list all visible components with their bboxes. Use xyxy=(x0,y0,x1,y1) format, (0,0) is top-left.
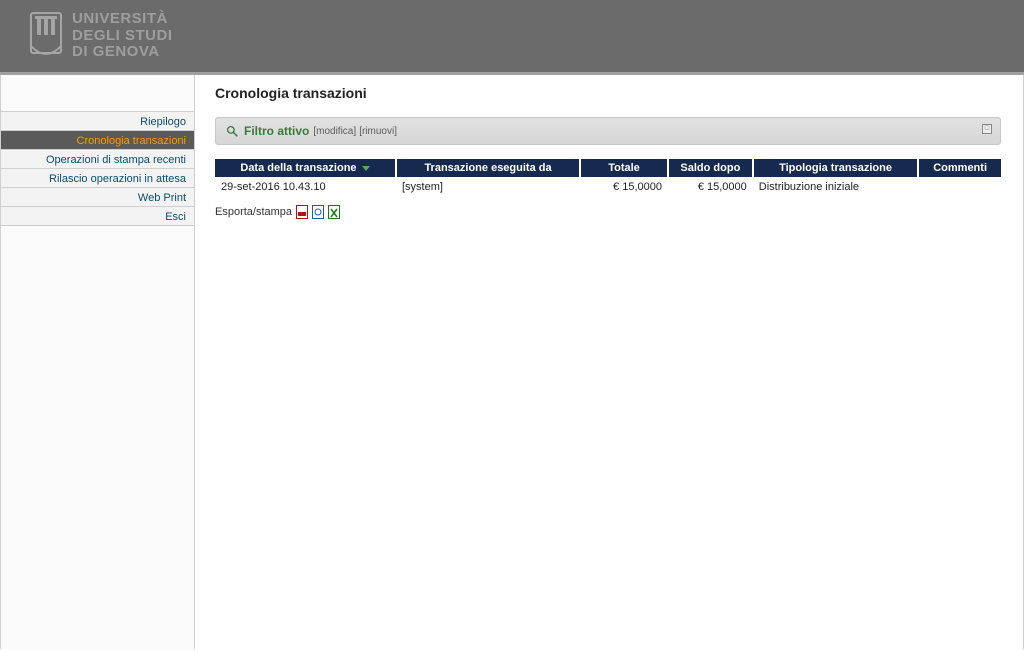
html-icon[interactable] xyxy=(312,205,324,219)
filter-modify-link[interactable]: [modifica] xyxy=(313,126,356,137)
sidebar-item-operazioni-stampa[interactable]: Operazioni di stampa recenti xyxy=(1,149,194,169)
excel-icon[interactable] xyxy=(328,205,340,219)
search-icon xyxy=(226,125,239,138)
brand-line3: DI GENOVA xyxy=(72,44,173,61)
active-filter-panel: Filtro attivo [modifica] [rimuovi] □ xyxy=(215,117,1001,145)
filter-active-label: Filtro attivo xyxy=(244,124,309,138)
brand-line2: DEGLI STUDI xyxy=(72,28,173,45)
sort-desc-icon xyxy=(362,166,370,171)
sidebar-item-esci[interactable]: Esci xyxy=(1,206,194,226)
sidebar-item-rilascio-operazioni[interactable]: Rilascio operazioni in attesa xyxy=(1,168,194,188)
sidebar-item-cronologia-transazioni[interactable]: Cronologia transazioni xyxy=(1,130,194,150)
th-date-label: Data della transazione xyxy=(240,162,356,174)
brand-line1: UNIVERSITÀ xyxy=(72,11,173,28)
th-date[interactable]: Data della transazione xyxy=(215,159,396,177)
cell-by: [system] xyxy=(396,177,580,197)
app-header: UNIVERSITÀ DEGLI STUDI DI GENOVA xyxy=(0,0,1024,75)
th-total[interactable]: Totale xyxy=(580,159,668,177)
page-title: Cronologia transazioni xyxy=(215,85,1001,101)
cell-total: € 15,0000 xyxy=(580,177,668,197)
cell-balance: € 15,0000 xyxy=(668,177,753,197)
main-content: Cronologia transazioni Filtro attivo [mo… xyxy=(195,75,1024,649)
sidebar-item-web-print[interactable]: Web Print xyxy=(1,187,194,207)
export-label: Esporta/stampa xyxy=(215,206,292,218)
transactions-table: Data della transazione Transazione esegu… xyxy=(215,159,1001,197)
th-type[interactable]: Tipologia transazione xyxy=(753,159,918,177)
cell-type: Distribuzione iniziale xyxy=(753,177,918,197)
brand-logo: UNIVERSITÀ DEGLI STUDI DI GENOVA xyxy=(30,11,173,61)
sidebar-item-riepilogo[interactable]: Riepilogo xyxy=(1,111,194,131)
th-comments[interactable]: Commenti xyxy=(918,159,1001,177)
th-balance[interactable]: Saldo dopo xyxy=(668,159,753,177)
filter-remove-link[interactable]: [rimuovi] xyxy=(359,126,397,137)
pdf-icon[interactable] xyxy=(296,205,308,219)
brand-text: UNIVERSITÀ DEGLI STUDI DI GENOVA xyxy=(72,11,173,61)
university-shield-icon xyxy=(30,12,62,60)
export-row: Esporta/stampa xyxy=(215,205,1001,219)
th-by[interactable]: Transazione eseguita da xyxy=(396,159,580,177)
filter-close-icon[interactable]: □ xyxy=(982,124,992,134)
cell-date: 29-set-2016 10.43.10 xyxy=(215,177,396,197)
sidebar: Riepilogo Cronologia transazioni Operazi… xyxy=(0,75,195,649)
table-row: 29-set-2016 10.43.10 [system] € 15,0000 … xyxy=(215,177,1001,197)
cell-comments xyxy=(918,177,1001,197)
